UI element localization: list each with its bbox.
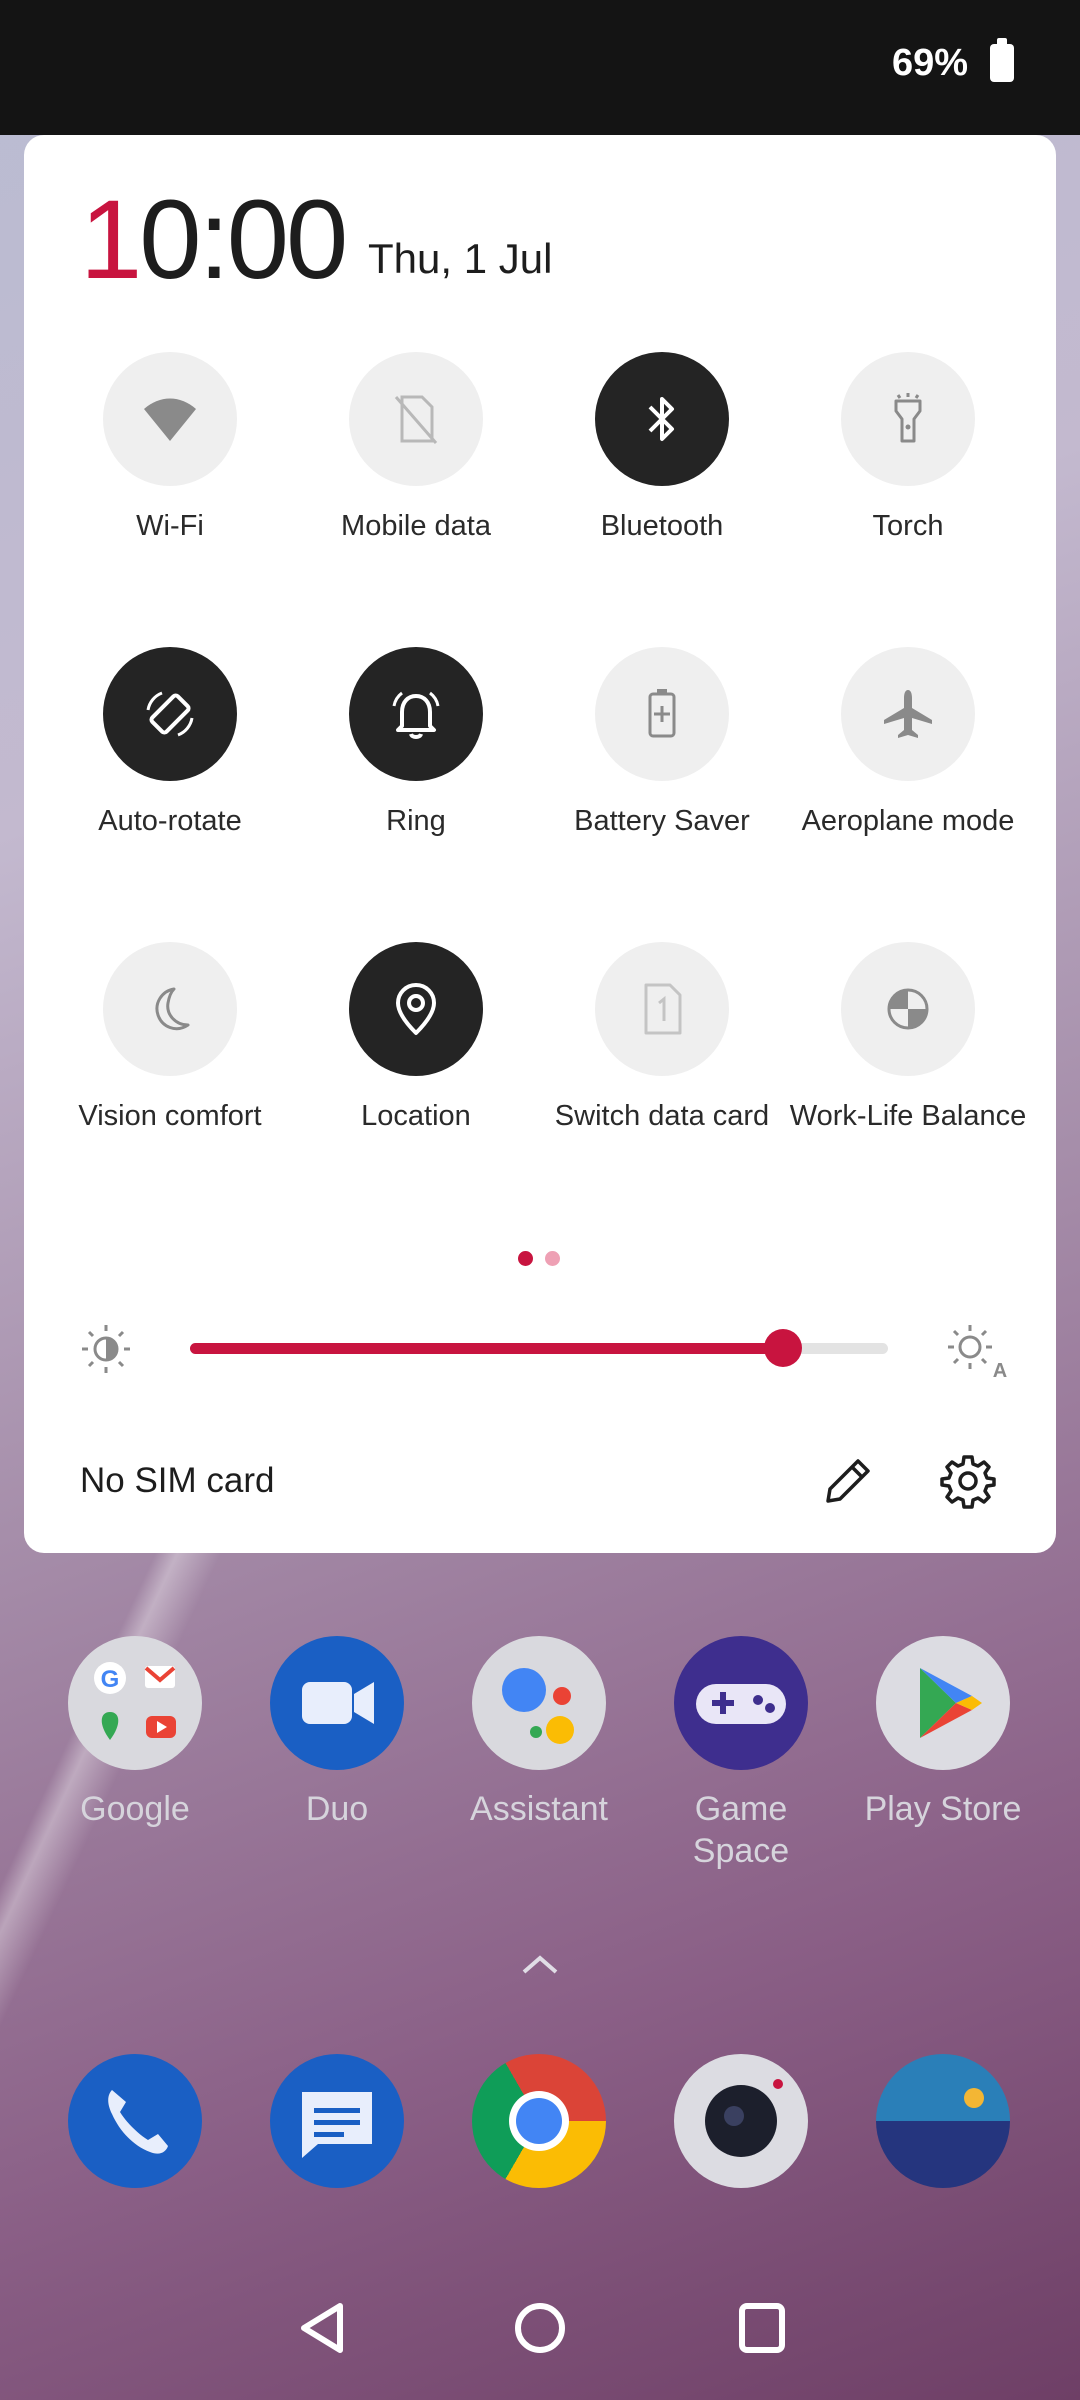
battery-percentage: 69% — [891, 42, 968, 84]
sim-status: No SIM card — [80, 1461, 275, 1500]
svg-text:G: G — [101, 1666, 120, 1693]
dock-messages[interactable] — [237, 2054, 437, 2188]
app-duo[interactable]: Duo — [237, 1636, 437, 1830]
app-game-space[interactable]: Game Space — [641, 1636, 841, 1872]
tile-vision-comfort[interactable]: Vision comfort — [47, 942, 293, 1133]
google-folder-icon: G — [68, 1636, 202, 1770]
dock-gallery[interactable] — [843, 2054, 1043, 2188]
tile-label: Switch data card — [554, 1100, 770, 1132]
work-life-icon — [887, 988, 929, 1030]
tile-ring[interactable]: Ring — [293, 647, 539, 838]
battery-icon — [990, 38, 1014, 82]
tile-aeroplane-mode[interactable]: Aeroplane mode — [785, 647, 1031, 838]
app-label: Assistant — [470, 1790, 608, 1828]
tile-label: Ring — [386, 805, 446, 837]
brightness-auto-icon[interactable]: A — [944, 1319, 1008, 1379]
play-store-icon — [876, 1636, 1010, 1770]
phone-icon — [68, 2054, 202, 2188]
tile-torch[interactable]: Torch — [785, 352, 1031, 543]
app-assistant[interactable]: Assistant — [439, 1636, 639, 1830]
brightness-slider-fill — [190, 1343, 783, 1354]
bell-icon — [392, 691, 440, 739]
page-dot[interactable] — [545, 1251, 560, 1266]
home-icon[interactable] — [512, 2300, 568, 2356]
clock-first-digit: 1 — [80, 177, 142, 302]
tile-label: Wi-Fi — [136, 510, 204, 542]
brightness-slider[interactable] — [190, 1329, 888, 1367]
assistant-icon — [472, 1636, 606, 1770]
dock-phone[interactable] — [35, 2054, 235, 2188]
quick-settings-panel: 10:00 Thu, 1 Jul Wi-Fi Mobile data Bluet… — [24, 135, 1056, 1553]
messages-icon — [270, 2054, 404, 2188]
tile-location[interactable]: Location — [293, 942, 539, 1133]
tile-bluetooth[interactable]: Bluetooth — [539, 352, 785, 543]
tile-label: Vision comfort — [78, 1100, 262, 1132]
tile-label: Work-Life Balance — [789, 1100, 1027, 1132]
battery-saver-icon — [648, 689, 676, 738]
game-space-icon — [674, 1636, 808, 1770]
tile-label: Mobile data — [341, 510, 491, 542]
tile-label: Bluetooth — [600, 510, 724, 542]
clock-rest: 0:00 — [139, 177, 348, 302]
tile-wifi[interactable]: Wi-Fi — [47, 352, 293, 543]
tile-auto-rotate[interactable]: Auto-rotate — [47, 647, 293, 838]
app-google[interactable]: G Google — [35, 1636, 235, 1830]
tile-mobile-data[interactable]: Mobile data — [293, 352, 539, 543]
dock-chrome[interactable] — [439, 2054, 639, 2188]
sim-card-icon — [644, 983, 682, 1035]
gallery-icon — [876, 2054, 1010, 2188]
app-label: Duo — [305, 1790, 369, 1828]
dock-camera[interactable] — [641, 2054, 841, 2188]
chevron-up-icon[interactable] — [520, 1952, 560, 1976]
torch-icon — [894, 393, 922, 443]
edit-icon[interactable] — [820, 1453, 876, 1509]
app-label: Google — [80, 1790, 190, 1828]
tile-work-life-balance[interactable]: Work-Life Balance — [785, 942, 1031, 1133]
gear-icon[interactable] — [940, 1453, 996, 1509]
duo-icon — [270, 1636, 404, 1770]
date[interactable]: Thu, 1 Jul — [368, 235, 552, 283]
aeroplane-icon — [884, 690, 932, 738]
tile-switch-data-card[interactable]: Switch data card — [539, 942, 785, 1133]
back-icon[interactable] — [296, 2300, 348, 2356]
mobile-data-icon — [394, 395, 438, 444]
tile-label: Auto-rotate — [98, 805, 242, 837]
svg-text:A: A — [993, 1360, 1007, 1379]
tile-label: Torch — [872, 510, 944, 542]
location-icon — [396, 983, 436, 1035]
tile-battery-saver[interactable]: Battery Saver — [539, 647, 785, 838]
app-label: Game Space — [692, 1790, 790, 1870]
tile-label: Location — [361, 1100, 471, 1132]
page-indicator — [518, 1251, 572, 1271]
auto-rotate-icon — [146, 691, 194, 737]
tile-label: Battery Saver — [574, 805, 750, 837]
brightness-slider-thumb[interactable] — [764, 1329, 802, 1367]
recents-icon[interactable] — [736, 2300, 788, 2356]
bluetooth-icon — [648, 397, 674, 441]
page-dot-active — [518, 1251, 533, 1266]
camera-icon — [674, 2054, 808, 2188]
brightness-auto-off-icon[interactable] — [78, 1321, 134, 1377]
status-bar: 69% — [0, 0, 1080, 135]
clock[interactable]: 10:00 — [80, 175, 348, 304]
chrome-icon — [472, 2054, 606, 2188]
app-play-store[interactable]: Play Store — [843, 1636, 1043, 1830]
moon-icon — [155, 987, 190, 1031]
wifi-icon — [144, 398, 196, 441]
app-label: Play Store — [864, 1790, 1022, 1828]
tile-label: Aeroplane mode — [801, 805, 1015, 837]
